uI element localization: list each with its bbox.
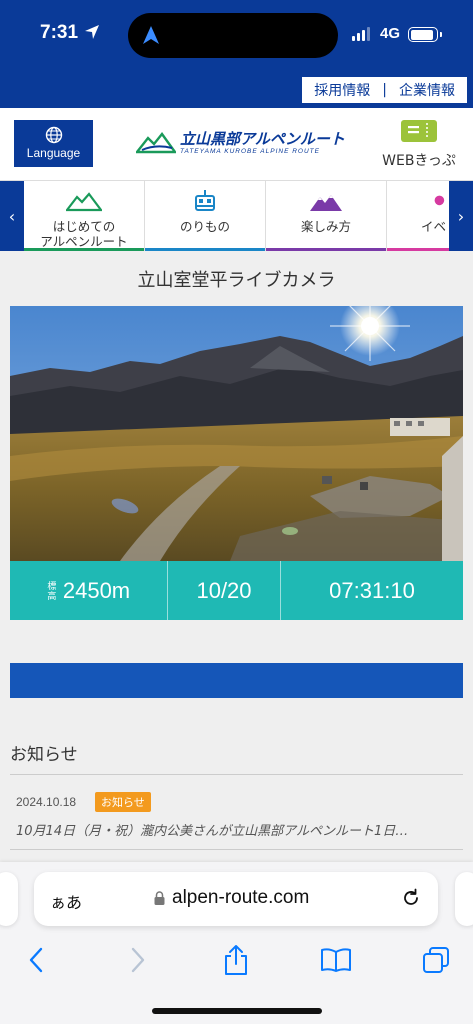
logo-subtext: TATEYAMA KUROBE ALPINE ROUTE [180,148,320,155]
chevron-right-icon [131,947,145,973]
chevron-right-icon: › [457,206,465,226]
news-badge: お知らせ [95,792,151,812]
battery-tip [440,32,442,37]
nav-label: イベ [421,219,447,234]
reader-options-button[interactable]: ぁあ [50,889,82,913]
tabs-button[interactable] [416,940,456,980]
network-type: 4G [380,25,401,42]
blue-banner[interactable] [10,663,463,698]
nav-item-enjoy[interactable]: 楽しみ方 [266,181,387,251]
divider [10,849,463,850]
nav-underline [387,248,449,251]
share-button[interactable] [216,940,256,980]
book-icon [321,948,351,972]
nav-label: 楽しみ方 [300,219,351,234]
chevron-left-icon [29,947,43,973]
web-ticket-label: WEBきっぷ [382,153,456,169]
home-indicator [152,1008,322,1014]
back-button[interactable] [16,940,56,980]
site-header: Language 立山黒部アルペンルート TATEYAMA KUROBE ALP… [0,108,473,180]
news-item-link[interactable]: 10月14日（月・祝）瀧内公美さんが立山黒部アルペンルート1日… [16,820,456,839]
altitude-value: 2450m [62,577,131,603]
globe-icon [45,126,62,144]
altitude-cell: 標高 2450m [10,561,168,620]
logo-text: 立山黒部アルペンルート [180,130,345,148]
nav-label: はじめての アルペンルート [40,219,128,249]
address-bar[interactable]: ぁあ alpen-route.com [34,872,438,926]
nav-underline [266,248,386,251]
news-date: 2024.10.18 [16,795,77,809]
event-icon [434,195,445,206]
lock-icon [154,891,165,905]
mountains-icon [310,195,342,211]
battery-icon [408,27,438,42]
nav-item-first-time[interactable]: はじめての アルペンルート [24,181,145,251]
language-button[interactable]: Language [14,120,93,167]
mountain-logo-icon [136,132,176,154]
ropeway-icon [195,190,215,211]
recruit-link[interactable]: 採用情報 [314,80,370,100]
page-title: 立山室堂平ライブカメラ [137,270,336,291]
nav-underline [24,248,144,251]
forward-button[interactable] [118,940,158,980]
browser-chrome: ぁあ alpen-route.com [0,862,473,1024]
ticket-icon [401,120,437,142]
divider [10,774,463,775]
link-separator: | [382,82,387,98]
camera-info-bar: 標高 2450m 10/20 07:31:10 [10,561,463,620]
nav-item-vehicles[interactable]: のりもの [145,181,266,251]
altitude-label: 標高 [47,580,57,601]
nav-underline [145,248,265,251]
dynamic-island [128,13,338,58]
chevron-left-icon: ‹ [8,206,16,226]
next-tab-preview[interactable] [455,872,473,926]
nav-label: のりもの [179,219,230,234]
previous-tab-preview[interactable] [0,872,18,926]
navigation-arrow-icon [143,26,159,44]
category-nav: はじめての アルペンルート のりもの 楽しみ方 イベ ‹ › [0,180,473,251]
top-link-strip: 採用情報 | 企業情報 [0,74,473,108]
tabs-icon [423,947,449,973]
status-time: 7:31 [40,22,79,43]
company-link[interactable]: 企業情報 [399,80,455,100]
web-ticket-button[interactable]: WEBきっぷ [378,118,460,174]
bookmarks-button[interactable] [316,940,356,980]
cellular-signal-icon [352,27,370,41]
status-bar: 7:31 4G [0,0,473,74]
time-cell: 07:31:10 [281,561,463,620]
nav-item-events[interactable]: イベ [387,181,449,251]
browser-toolbar [0,940,473,980]
date-cell: 10/20 [168,561,281,620]
news-heading: お知らせ [10,745,78,765]
location-arrow-icon [85,25,99,39]
language-label: Language [26,146,81,160]
live-camera-image[interactable] [10,306,463,561]
reload-icon[interactable] [400,887,422,909]
share-icon [225,945,247,975]
site-logo[interactable]: 立山黒部アルペンルート TATEYAMA KUROBE ALPINE ROUTE [136,126,345,162]
top-links: 採用情報 | 企業情報 [302,77,467,103]
mountain-icon [66,192,102,212]
camera-date: 10/20 [196,577,252,603]
url-text: alpen-route.com [172,887,310,908]
camera-time: 07:31:10 [329,577,415,603]
nav-prev-button[interactable]: ‹ [0,181,24,251]
nav-next-button[interactable]: › [449,181,473,251]
